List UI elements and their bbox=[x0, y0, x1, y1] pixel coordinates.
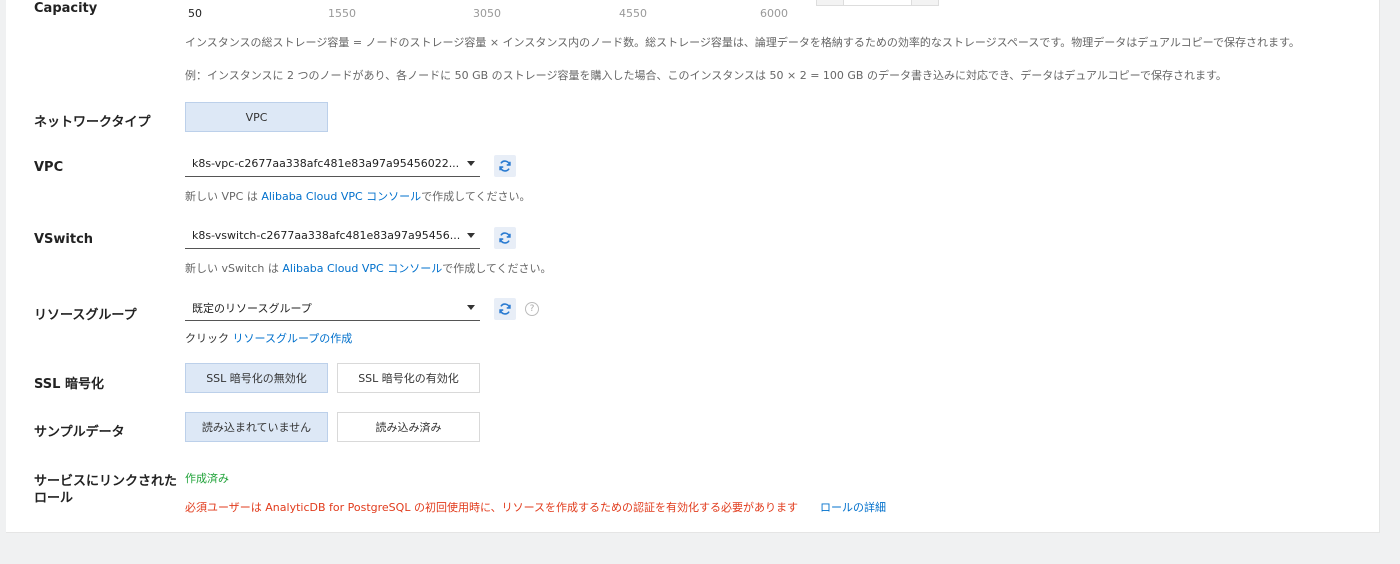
vswitch-hint-suffix: で作成してください。 bbox=[442, 262, 552, 275]
capacity-description: インスタンスの総ストレージ容量 = ノードのストレージ容量 × インスタンス内の… bbox=[185, 36, 1300, 49]
ssl-enable-option[interactable]: SSL 暗号化の有効化 bbox=[337, 363, 480, 393]
vpc-console-link[interactable]: Alibaba Cloud VPC コンソール bbox=[261, 190, 421, 203]
sample-not-loaded-option[interactable]: 読み込まれていません bbox=[185, 412, 328, 442]
slider-tick: 50 bbox=[188, 7, 202, 20]
slider-tick: 3050 bbox=[473, 7, 501, 20]
chevron-down-icon bbox=[467, 161, 475, 166]
service-role-label-line2: ロール bbox=[34, 491, 74, 506]
resource-group-label: リソースグループ bbox=[34, 308, 137, 323]
resource-group-hint-text: クリック bbox=[185, 332, 233, 345]
service-role-status: 作成済み bbox=[185, 472, 229, 485]
resource-group-refresh-button[interactable] bbox=[494, 298, 516, 320]
decrement-button[interactable] bbox=[817, 0, 843, 5]
resource-group-select-value: 既定のリソースグループ bbox=[192, 301, 312, 315]
help-icon[interactable]: ? bbox=[525, 302, 539, 316]
sample-loaded-option[interactable]: 読み込み済み bbox=[337, 412, 480, 442]
vswitch-refresh-button[interactable] bbox=[494, 227, 516, 249]
vpc-hint-suffix: で作成してください。 bbox=[421, 190, 531, 203]
chevron-down-icon bbox=[467, 233, 475, 238]
vswitch-select-value: k8s-vswitch-c2677aa338afc481e83a97a95456… bbox=[192, 229, 461, 242]
service-role-warning: 必須ユーザーは AnalyticDB for PostgreSQL の初回使用時… bbox=[185, 501, 799, 514]
vswitch-hint-text: 新しい vSwitch は bbox=[185, 262, 283, 275]
capacity-input[interactable] bbox=[843, 0, 912, 5]
vpc-label: VPC bbox=[34, 160, 64, 175]
form-panel: Capacity 50 1550 3050 4550 6000 インスタンスの総… bbox=[6, 0, 1380, 533]
slider-tick: 1550 bbox=[328, 7, 356, 20]
vpc-hint: 新しい VPC は Alibaba Cloud VPC コンソールで作成してくだ… bbox=[185, 188, 531, 204]
network-type-vpc-option[interactable]: VPC bbox=[185, 102, 328, 132]
capacity-label: Capacity bbox=[34, 1, 98, 16]
vswitch-hint: 新しい vSwitch は Alibaba Cloud VPC コンソールで作成… bbox=[185, 260, 552, 276]
slider-tick: 4550 bbox=[619, 7, 647, 20]
resource-group-hint: クリック リソースグループの作成 bbox=[185, 330, 352, 346]
vpc-select-value: k8s-vpc-c2677aa338afc481e83a97a95456022.… bbox=[192, 157, 460, 170]
sample-data-label: サンプルデータ bbox=[34, 425, 125, 440]
capacity-example: 例：インスタンスに 2 つのノードがあり、各ノードに 50 GB のストレージ容… bbox=[185, 69, 1227, 82]
vswitch-console-link[interactable]: Alibaba Cloud VPC コンソール bbox=[282, 262, 442, 275]
role-details-link[interactable]: ロールの詳細 bbox=[820, 499, 886, 515]
resource-group-select[interactable]: 既定のリソースグループ bbox=[185, 295, 480, 321]
refresh-icon bbox=[499, 160, 511, 172]
vpc-select[interactable]: k8s-vpc-c2677aa338afc481e83a97a95456022.… bbox=[185, 151, 480, 177]
ssl-disable-option[interactable]: SSL 暗号化の無効化 bbox=[185, 363, 328, 393]
ssl-label: SSL 暗号化 bbox=[34, 377, 104, 392]
vswitch-select[interactable]: k8s-vswitch-c2677aa338afc481e83a97a95456… bbox=[185, 223, 480, 249]
network-type-label: ネットワークタイプ bbox=[34, 115, 151, 130]
refresh-icon bbox=[499, 232, 511, 244]
vswitch-label: VSwitch bbox=[34, 232, 94, 247]
vpc-refresh-button[interactable] bbox=[494, 155, 516, 177]
chevron-down-icon bbox=[467, 305, 475, 310]
slider-tick: 6000 bbox=[760, 7, 788, 20]
increment-button[interactable] bbox=[912, 0, 938, 5]
vpc-hint-text: 新しい VPC は bbox=[185, 190, 262, 203]
refresh-icon bbox=[499, 303, 511, 315]
create-resource-group-link[interactable]: リソースグループの作成 bbox=[233, 332, 353, 345]
capacity-stepper[interactable] bbox=[816, 0, 939, 6]
